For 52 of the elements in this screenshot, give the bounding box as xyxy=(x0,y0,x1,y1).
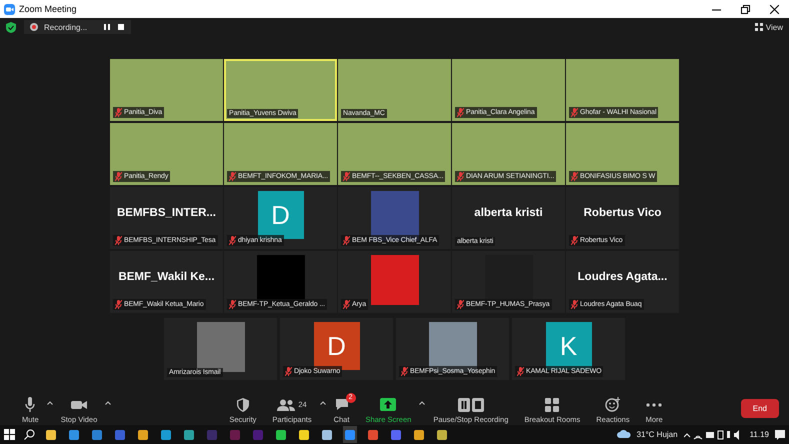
view-button[interactable]: View xyxy=(754,22,783,32)
more-dots-icon xyxy=(646,402,662,406)
shield-icon xyxy=(236,398,249,412)
weather-text[interactable]: 31°C Hujan xyxy=(636,430,678,439)
muted-mic-icon xyxy=(343,300,350,309)
shield-icon xyxy=(6,22,16,32)
participant-name: Loudres Agata... xyxy=(578,271,668,283)
pause-icon xyxy=(103,23,112,31)
grid-icon xyxy=(545,398,560,412)
participant-name: BEMF_Wakil Ke... xyxy=(118,271,215,283)
participant-name: Robertus Vico xyxy=(584,207,662,219)
restore-icon[interactable] xyxy=(741,4,750,14)
muted-mic-icon xyxy=(457,300,464,309)
muted-mic-icon xyxy=(457,108,464,117)
grid-icon xyxy=(754,23,763,31)
record-dot-icon xyxy=(30,23,38,31)
smiley-icon xyxy=(605,397,620,412)
participant-name: alberta kristi xyxy=(474,207,543,219)
windows-logo-icon xyxy=(4,429,15,440)
end-button[interactable]: End xyxy=(740,399,779,418)
muted-mic-icon xyxy=(571,300,578,309)
pause-stop-icon xyxy=(458,398,484,412)
muted-mic-icon xyxy=(343,236,350,245)
zoom-logo-icon xyxy=(4,4,15,14)
muted-mic-icon xyxy=(571,108,578,117)
muted-mic-icon xyxy=(457,172,464,181)
stop-icon xyxy=(117,23,126,31)
muted-mic-icon xyxy=(571,236,578,245)
muted-mic-icon xyxy=(115,300,122,309)
muted-mic-icon xyxy=(115,108,122,117)
chat-bubble-icon xyxy=(334,398,349,411)
share-screen-icon xyxy=(380,398,396,411)
recording-status: Recording... xyxy=(44,22,88,32)
window-title: Zoom Meeting xyxy=(19,4,78,14)
search-icon xyxy=(24,429,35,440)
muted-mic-icon xyxy=(229,172,236,181)
notification-icon xyxy=(775,430,785,440)
muted-mic-icon xyxy=(115,172,122,181)
muted-mic-icon xyxy=(517,367,524,376)
participant-name: BEMFBS_INTER... xyxy=(116,207,216,219)
muted-mic-icon xyxy=(229,300,236,309)
muted-mic-icon xyxy=(343,172,350,181)
video-camera-icon xyxy=(70,398,87,410)
muted-mic-icon xyxy=(229,236,236,245)
muted-mic-icon xyxy=(401,367,408,376)
microphone-icon xyxy=(24,396,36,412)
muted-mic-icon xyxy=(571,172,578,181)
clock-time: 11.19 xyxy=(750,430,769,439)
people-icon xyxy=(277,398,296,410)
close-icon[interactable] xyxy=(770,4,779,14)
muted-mic-icon xyxy=(115,236,122,245)
muted-mic-icon xyxy=(285,367,292,376)
